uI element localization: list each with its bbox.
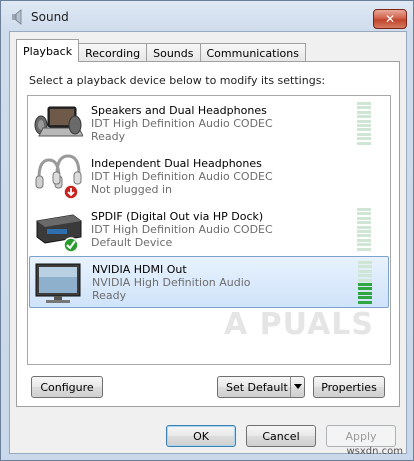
meter-segment: [357, 119, 371, 123]
close-icon: ✕: [384, 12, 396, 26]
device-driver: NVIDIA High Definition Audio: [92, 276, 251, 289]
title-bar[interactable]: Sound ✕: [1, 1, 413, 31]
meter-segment: [357, 102, 371, 105]
meter-segment: [358, 291, 372, 295]
meter-segment: [357, 247, 371, 251]
headphones-icon: [35, 154, 82, 200]
tab-strip: Playback Recording Sounds Communications: [16, 38, 306, 62]
meter-segment: [357, 106, 371, 110]
meter-segment: [357, 234, 371, 238]
tab-sounds[interactable]: Sounds: [146, 43, 201, 62]
device-name: Speakers and Dual Headphones: [91, 104, 267, 117]
meter-segment: [357, 208, 371, 211]
set-default-label: Set Default: [226, 380, 288, 394]
meter-segment: [358, 283, 372, 286]
meter-segment: [357, 216, 371, 220]
meter-segment: [357, 124, 371, 127]
monitor-icon: [35, 263, 81, 303]
device-item-headphones[interactable]: Independent Dual Headphones IDT High Def…: [29, 151, 389, 203]
instruction-text: Select a playback device below to modify…: [29, 74, 326, 87]
properties-label: Properties: [321, 380, 377, 394]
meter-segment: [357, 238, 371, 242]
site-watermark: wsxdn.com: [346, 446, 403, 457]
meter-segment: [358, 287, 372, 291]
window-title: Sound: [31, 10, 69, 24]
watermark: A PUALS: [224, 307, 375, 342]
meter-segment: [357, 110, 371, 114]
meter-segment: [357, 132, 371, 136]
apply-button[interactable]: Apply: [326, 425, 396, 447]
meter-segment: [358, 269, 372, 273]
configure-button[interactable]: Configure: [31, 376, 103, 398]
chevron-down-icon[interactable]: [290, 377, 304, 397]
meter-segment: [357, 137, 371, 141]
meter-segment: [358, 274, 372, 278]
device-name: Independent Dual Headphones: [91, 157, 262, 170]
meter-segment: [358, 265, 372, 269]
properties-button[interactable]: Properties: [313, 376, 385, 398]
cancel-label: Cancel: [262, 429, 300, 443]
meter-segment: [358, 300, 372, 304]
meter-segment: [357, 141, 371, 145]
meter-segment: [357, 212, 371, 216]
volume-meter: [357, 208, 371, 252]
device-status: Ready: [91, 130, 126, 143]
meter-segment: [357, 221, 371, 225]
speaker-app-icon: [12, 9, 22, 25]
meter-segment: [358, 278, 372, 282]
tab-recording[interactable]: Recording: [78, 43, 148, 62]
meter-segment: [357, 225, 371, 229]
tab-playback[interactable]: Playback: [16, 39, 80, 62]
meter-segment: [358, 296, 372, 300]
meter-segment: [357, 115, 371, 119]
set-default-button[interactable]: Set Default: [217, 376, 305, 398]
device-status: Default Device: [91, 236, 173, 249]
cancel-button[interactable]: Cancel: [246, 425, 316, 447]
volume-meter: [357, 102, 371, 146]
device-item-hdmi[interactable]: NVIDIA HDMI Out NVIDIA High Definition A…: [29, 256, 389, 308]
laptop-speakers-icon: [34, 106, 83, 137]
device-list[interactable]: Speakers and Dual Headphones IDT High De…: [27, 95, 391, 365]
ok-label: OK: [193, 429, 209, 443]
configure-label: Configure: [40, 380, 94, 394]
device-item-speakers[interactable]: Speakers and Dual Headphones IDT High De…: [29, 98, 389, 150]
close-button[interactable]: ✕: [373, 9, 407, 29]
meter-segment: [357, 230, 371, 233]
volume-meter: [358, 261, 372, 305]
ok-button[interactable]: OK: [166, 425, 236, 447]
device-name: SPDIF (Digital Out via HP Dock): [91, 210, 264, 223]
device-driver: IDT High Definition Audio CODEC: [91, 170, 273, 183]
meter-segment: [357, 243, 371, 247]
meter-segment: [357, 128, 371, 132]
device-name: NVIDIA HDMI Out: [92, 263, 187, 276]
device-driver: IDT High Definition Audio CODEC: [91, 223, 273, 236]
apply-label: Apply: [345, 429, 377, 443]
tab-communications[interactable]: Communications: [199, 43, 306, 62]
device-driver: IDT High Definition Audio CODEC: [91, 117, 273, 130]
device-status: Ready: [92, 289, 127, 302]
playback-panel: Select a playback device below to modify…: [16, 61, 400, 407]
device-status: Not plugged in: [91, 183, 173, 196]
meter-segment: [358, 261, 372, 264]
device-item-spdif[interactable]: SPDIF (Digital Out via HP Dock) IDT High…: [29, 204, 389, 256]
dialog-client-area: Playback Recording Sounds Communications…: [9, 31, 407, 454]
sound-dialog: Sound ✕ Playback Recording Sounds Commun…: [0, 0, 414, 461]
spdif-dock-icon: [36, 214, 82, 253]
